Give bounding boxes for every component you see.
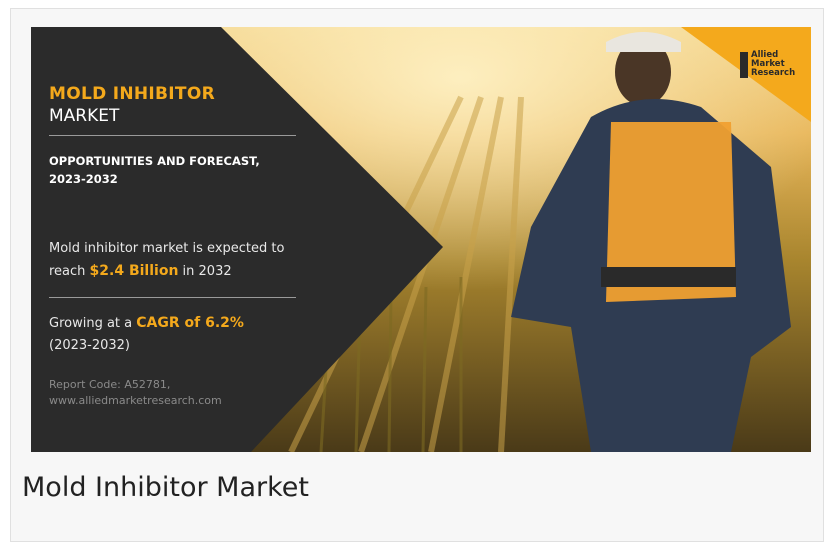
market-size-value: $2.4 Billion	[89, 263, 179, 279]
image-caption: Mold Inhibitor Market	[22, 472, 309, 503]
logo-line3: Research	[751, 68, 796, 78]
report-code: Report Code: A52781, www.alliedmarketres…	[49, 377, 309, 409]
divider	[49, 297, 296, 298]
market-size-statement: Mold inhibitor market is expected to rea…	[49, 238, 319, 283]
forecast-subtitle: OPPORTUNITIES AND FORECAST, 2023-2032	[49, 152, 309, 188]
cagr-statement: Growing at a CAGR of 6.2% (2023-2032)	[49, 312, 319, 357]
cagr-period: (2023-2032)	[49, 338, 131, 353]
market-title-highlight: MOLD INHIBITOR	[49, 84, 215, 104]
cagr-value: CAGR of 6.2%	[136, 315, 244, 331]
forecast-subtitle-line2: 2023-2032	[49, 172, 118, 186]
market-banner-image: MOLD INHIBITOR MARKET OPPORTUNITIES AND …	[31, 27, 811, 452]
market-size-year: in 2032	[178, 264, 232, 279]
report-code-text: Report Code: A52781,	[49, 378, 171, 391]
forecast-subtitle-line1: OPPORTUNITIES AND FORECAST,	[49, 154, 260, 168]
website-text: www.alliedmarketresearch.com	[49, 394, 222, 407]
cagr-text: Growing at a	[49, 316, 137, 331]
allied-market-research-logo-icon	[740, 52, 748, 78]
divider	[49, 135, 296, 136]
allied-market-research-logo: Allied Market Research	[751, 51, 795, 78]
market-title: MARKET	[49, 106, 120, 126]
